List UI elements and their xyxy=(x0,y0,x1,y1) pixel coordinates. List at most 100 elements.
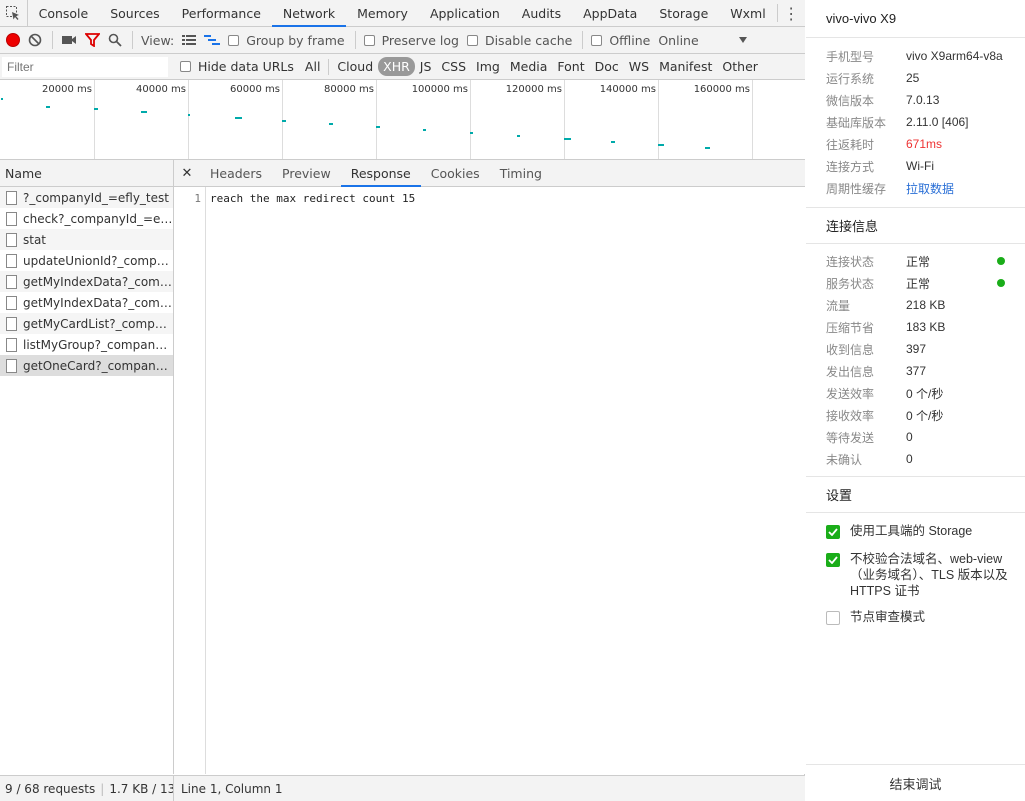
record-button[interactable] xyxy=(6,33,20,47)
tab-memory[interactable]: Memory xyxy=(346,0,419,26)
tab-timing[interactable]: Timing xyxy=(490,160,552,186)
request-row-selected[interactable]: getOneCard?_companyId_=efly_test xyxy=(0,355,173,376)
filter-type-all[interactable]: All xyxy=(300,57,326,76)
group-by-frame-checkbox[interactable]: Group by frame xyxy=(228,32,345,48)
toolbar-divider xyxy=(582,31,584,49)
request-row[interactable]: getMyIndexData?_companyId_=efly_test xyxy=(0,292,173,313)
info-key: 连接方式 xyxy=(826,159,875,174)
filter-type-other[interactable]: Other xyxy=(717,57,763,76)
hide-data-urls-checkbox[interactable]: Hide data URLs xyxy=(180,59,294,74)
status-ok-icon xyxy=(997,257,1005,265)
tab-preview[interactable]: Preview xyxy=(272,160,341,186)
overview-request-bar xyxy=(1,98,3,100)
connection-title: 连接信息 xyxy=(806,208,1025,244)
waterfall-toggle[interactable] xyxy=(204,34,221,46)
overview-request-bar xyxy=(188,114,190,116)
info-key: 手机型号 xyxy=(826,49,875,64)
tab-application[interactable]: Application xyxy=(419,0,511,26)
filter-type-xhr[interactable]: XHR xyxy=(378,57,415,76)
info-value: 0 个/秒 xyxy=(906,408,944,423)
group-by-frame-label: Group by frame xyxy=(246,32,345,48)
overview-request-bar xyxy=(658,144,664,146)
request-row[interactable]: ?_companyId_=efly_test xyxy=(0,187,173,208)
filter-input[interactable] xyxy=(2,56,168,77)
setting-skip-domain-check[interactable]: 不校验合法域名、web-view（业务域名）、TLS 版本以及 HTTPS 证书 xyxy=(806,551,1025,599)
info-key: 等待发送 xyxy=(826,430,875,445)
response-viewer[interactable]: 1 reach the max redirect count 15 xyxy=(174,187,805,774)
request-name: getMyCardList?_companyId_=efly_test xyxy=(23,316,173,331)
request-row[interactable]: updateUnionId?_companyId_=efly_test xyxy=(0,250,173,271)
tab-headers[interactable]: Headers xyxy=(200,160,272,186)
checkbox-checked-icon[interactable] xyxy=(826,525,840,539)
overview-gridline xyxy=(564,80,565,159)
large-rows-toggle[interactable] xyxy=(182,34,197,46)
filter-type-js[interactable]: JS xyxy=(415,57,437,76)
overview-request-bar xyxy=(376,126,380,128)
request-row[interactable]: getMyIndexData?_companyId_=efly_test xyxy=(0,271,173,292)
request-row[interactable]: stat xyxy=(0,229,173,250)
more-options-icon[interactable]: ⋮ xyxy=(778,0,805,26)
tab-console[interactable]: Console xyxy=(28,0,100,26)
info-key: 微信版本 xyxy=(826,93,875,108)
tab-audits[interactable]: Audits xyxy=(511,0,572,26)
filter-type-manifest[interactable]: Manifest xyxy=(654,57,717,76)
filter-type-cloud[interactable]: Cloud xyxy=(332,57,378,76)
info-row-wechat-version: 微信版本 7.0.13 xyxy=(806,89,1025,111)
tab-performance[interactable]: Performance xyxy=(171,0,272,26)
filter-button[interactable] xyxy=(85,33,100,47)
filter-type-media[interactable]: Media xyxy=(505,57,553,76)
setting-node-inspect-mode[interactable]: 节点审查模式 xyxy=(806,609,1025,625)
info-key: 往返耗时 xyxy=(826,137,875,152)
overview-tick-label: 40000 ms xyxy=(136,84,186,95)
hide-data-urls-label: Hide data URLs xyxy=(198,59,294,74)
connection-section: 连接信息 连接状态 正常 服务状态 正常 流量 218 KB 压缩节省 183 KB 收… xyxy=(806,207,1025,476)
list-view-icon xyxy=(182,35,197,45)
info-key: 服务状态 xyxy=(826,276,875,291)
tab-cookies[interactable]: Cookies xyxy=(421,160,490,186)
search-button[interactable] xyxy=(108,33,122,47)
capture-screenshots-button[interactable] xyxy=(61,34,77,46)
offline-checkbox[interactable]: Offline xyxy=(591,33,650,48)
filter-type-font[interactable]: Font xyxy=(552,57,589,76)
name-column-header[interactable]: Name xyxy=(0,160,173,187)
checkbox-checked-icon[interactable] xyxy=(826,553,840,567)
status-bar: 9 / 68 requests | 1.7 KB / 13... Line 1,… xyxy=(0,775,805,801)
tab-wxml[interactable]: Wxml xyxy=(719,0,776,26)
end-debug-button[interactable]: 结束调试 xyxy=(806,764,1025,801)
preserve-log-checkbox[interactable]: Preserve log xyxy=(363,33,459,48)
fetch-data-link[interactable]: 拉取数据 xyxy=(906,180,954,197)
network-overview[interactable]: 20000 ms 40000 ms 60000 ms 80000 ms 1000… xyxy=(0,80,805,160)
info-value: 正常 xyxy=(906,254,931,269)
info-value: 377 xyxy=(906,364,927,378)
overview-tick-label: 160000 ms xyxy=(693,84,750,95)
disable-cache-checkbox[interactable]: Disable cache xyxy=(466,33,572,48)
clear-icon xyxy=(28,33,42,47)
info-row-sdk-version: 基础库版本 2.11.0 [406] xyxy=(806,111,1025,133)
info-value: vivo X9arm64-v8a xyxy=(906,49,1003,63)
checkbox-unchecked-icon[interactable] xyxy=(826,611,840,625)
filter-type-img[interactable]: Img xyxy=(471,57,505,76)
tab-appdata[interactable]: AppData xyxy=(572,0,648,26)
filter-type-ws[interactable]: WS xyxy=(624,57,654,76)
request-row[interactable]: listMyGroup?_companyId_=efly_test xyxy=(0,334,173,355)
request-row[interactable]: check?_companyId_=efly_test xyxy=(0,208,173,229)
clear-button[interactable] xyxy=(28,33,42,47)
tab-network[interactable]: Network xyxy=(271,0,347,27)
tab-storage[interactable]: Storage xyxy=(648,0,719,26)
response-body[interactable]: reach the max redirect count 15 xyxy=(210,192,415,205)
setting-use-tool-storage[interactable]: 使用工具端的 Storage xyxy=(806,523,1025,539)
info-value: 7.0.13 xyxy=(906,93,940,107)
info-key: 接收效率 xyxy=(826,408,875,423)
tab-response[interactable]: Response xyxy=(340,160,421,187)
overview-gridline xyxy=(752,80,753,159)
throttling-select[interactable]: Online xyxy=(658,33,747,48)
close-icon[interactable]: ✕ xyxy=(174,160,200,186)
device-info-section: 手机型号 vivo X9arm64-v8a 运行系统 25 微信版本 7.0.13 基… xyxy=(806,37,1025,207)
filter-bar: Hide data URLs All Cloud XHR JS CSS Img … xyxy=(0,54,805,80)
filter-type-doc[interactable]: Doc xyxy=(590,57,624,76)
inspect-element-icon[interactable] xyxy=(0,0,28,26)
tab-sources[interactable]: Sources xyxy=(99,0,170,26)
request-row[interactable]: getMyCardList?_companyId_=efly_test xyxy=(0,313,173,334)
request-rows: ?_companyId_=efly_test check?_companyId_… xyxy=(0,187,173,376)
filter-type-css[interactable]: CSS xyxy=(436,57,471,76)
